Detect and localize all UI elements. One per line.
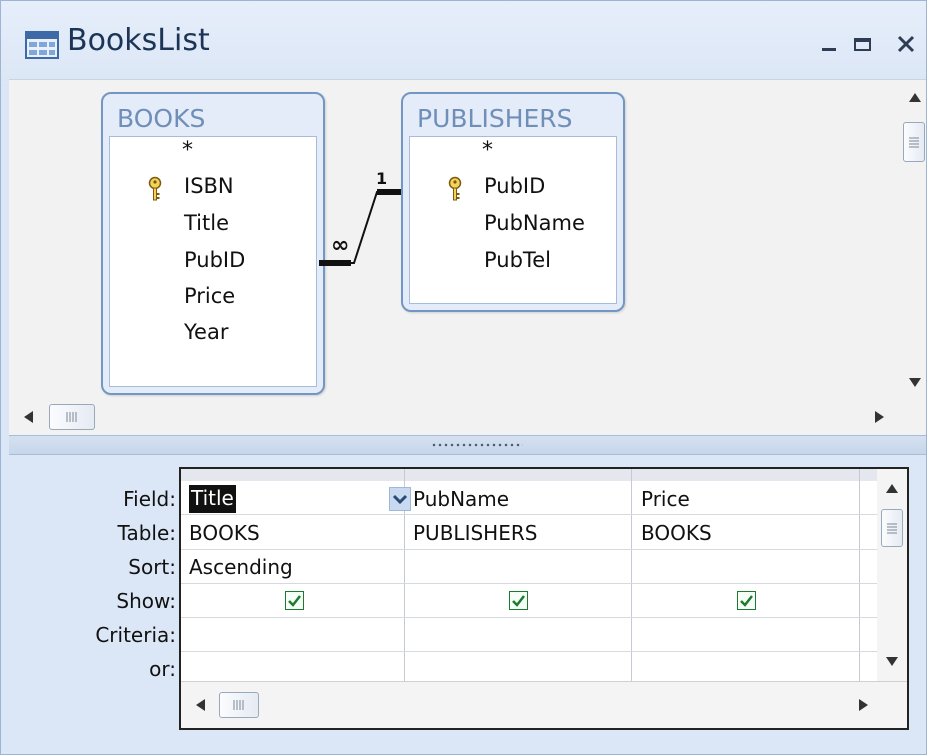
minimize-button[interactable] — [814, 29, 844, 59]
one-side-label: 1 — [376, 169, 387, 188]
field-item-title[interactable]: Title — [110, 208, 316, 244]
field-label: PubID — [184, 248, 246, 272]
row-divider — [181, 514, 907, 515]
scroll-down-icon[interactable] — [908, 376, 922, 388]
show-checkbox-col2[interactable] — [509, 591, 528, 610]
field-label: Title — [184, 211, 230, 235]
field-label: ISBN — [184, 174, 234, 198]
table-pane-horizontal-scrollbar[interactable] — [9, 398, 900, 436]
title-bar[interactable]: BooksList — [1, 1, 926, 87]
table-cell-col3[interactable]: BOOKS — [641, 521, 712, 545]
field-cell-col1[interactable]: Title — [189, 485, 236, 513]
field-item-price[interactable]: Price — [110, 281, 316, 317]
row-label-sort: Sort: — [128, 555, 176, 579]
row-label-criteria: Criteria: — [95, 623, 176, 647]
field-item-pubid[interactable]: PubID — [410, 171, 616, 207]
grip-icon — [909, 137, 919, 148]
books-field-list[interactable]: BOOKS * ISBN Title PubID Price Year — [101, 92, 325, 395]
field-label: Price — [184, 284, 236, 308]
field-item-pubid[interactable]: PubID — [110, 245, 316, 281]
query-design-window: BooksList BOOKS * ISBN Title PubID Price… — [0, 0, 927, 755]
column-divider — [631, 469, 632, 681]
scroll-left-icon[interactable] — [195, 698, 207, 712]
grip-icon — [233, 700, 244, 710]
scroll-right-icon[interactable] — [857, 698, 869, 712]
field-label: Year — [184, 320, 229, 344]
field-label: * — [182, 138, 193, 163]
column-selector-strip[interactable] — [181, 469, 907, 481]
scrollbar-thumb[interactable] — [219, 692, 259, 718]
field-cell-col2[interactable]: PubName — [413, 487, 509, 511]
sort-cell-col1[interactable]: Ascending — [189, 555, 293, 579]
query-design-grid[interactable]: Title BOOKS Ascending PubName PUBLISHERS — [179, 467, 909, 730]
scrollbar-thumb[interactable] — [881, 509, 903, 547]
scrollbar-thumb[interactable] — [49, 404, 95, 430]
field-label: PubName — [484, 211, 585, 235]
row-divider — [181, 549, 907, 550]
grip-icon — [66, 412, 77, 422]
row-divider — [181, 583, 907, 584]
scroll-left-icon[interactable] — [23, 410, 35, 424]
scroll-right-icon[interactable] — [873, 410, 885, 424]
scroll-up-icon[interactable] — [885, 483, 899, 495]
scrollbar-thumb[interactable] — [903, 122, 925, 162]
many-side-label: ∞ — [331, 233, 349, 258]
grip-icon — [887, 523, 897, 534]
field-item-all[interactable]: * — [110, 137, 316, 173]
scroll-up-icon[interactable] — [908, 92, 922, 104]
row-label-field: Field: — [123, 487, 176, 511]
primary-key-icon — [148, 176, 162, 201]
field-label: PubTel — [484, 248, 551, 272]
row-label-table: Table: — [117, 521, 176, 545]
field-item-pubtel[interactable]: PubTel — [410, 245, 616, 281]
books-table-title[interactable]: BOOKS — [117, 104, 205, 133]
row-label-show: Show: — [116, 589, 176, 613]
publishers-table-title[interactable]: PUBLISHERS — [417, 104, 573, 133]
grid-vertical-scrollbar[interactable] — [877, 469, 907, 681]
field-label: PubID — [484, 174, 546, 198]
checkmark-icon — [740, 595, 753, 607]
table-pane[interactable]: BOOKS * ISBN Title PubID Price Year PUBL… — [9, 79, 926, 436]
splitter-grip[interactable] — [431, 442, 523, 448]
grid-horizontal-scrollbar[interactable] — [181, 681, 907, 728]
field-label: * — [482, 138, 493, 163]
field-item-pubname[interactable]: PubName — [410, 208, 616, 244]
table-cell-col2[interactable]: PUBLISHERS — [413, 521, 537, 545]
pane-splitter[interactable] — [9, 435, 926, 455]
window-title: BooksList — [67, 23, 210, 58]
show-checkbox-col1[interactable] — [285, 591, 304, 610]
field-cell-col3[interactable]: Price — [641, 487, 690, 511]
field-item-isbn[interactable]: ISBN — [110, 171, 316, 207]
row-divider — [181, 617, 907, 618]
field-item-all[interactable]: * — [410, 137, 616, 173]
maximize-button[interactable] — [847, 29, 877, 59]
column-divider — [859, 469, 860, 681]
query-design-icon — [25, 31, 59, 59]
scroll-down-icon[interactable] — [885, 655, 899, 667]
row-divider — [181, 651, 907, 652]
publishers-fields: * PubID PubName PubTel — [409, 136, 617, 304]
checkmark-icon — [288, 595, 301, 607]
field-dropdown-button[interactable] — [389, 487, 411, 511]
row-label-or: or: — [149, 657, 176, 681]
field-item-year[interactable]: Year — [110, 317, 316, 353]
show-checkbox-col3[interactable] — [737, 591, 756, 610]
primary-key-icon — [448, 176, 462, 201]
table-cell-col1[interactable]: BOOKS — [189, 521, 260, 545]
books-fields: * ISBN Title PubID Price Year — [109, 136, 317, 387]
close-button[interactable] — [891, 29, 921, 59]
publishers-field-list[interactable]: PUBLISHERS * PubID PubName PubTel — [401, 92, 625, 312]
table-pane-vertical-scrollbar[interactable] — [900, 80, 926, 398]
checkmark-icon — [512, 595, 525, 607]
chevron-down-icon — [392, 494, 408, 505]
design-grid-pane: Field: Table: Sort: Show: Criteria: or: … — [9, 455, 926, 745]
